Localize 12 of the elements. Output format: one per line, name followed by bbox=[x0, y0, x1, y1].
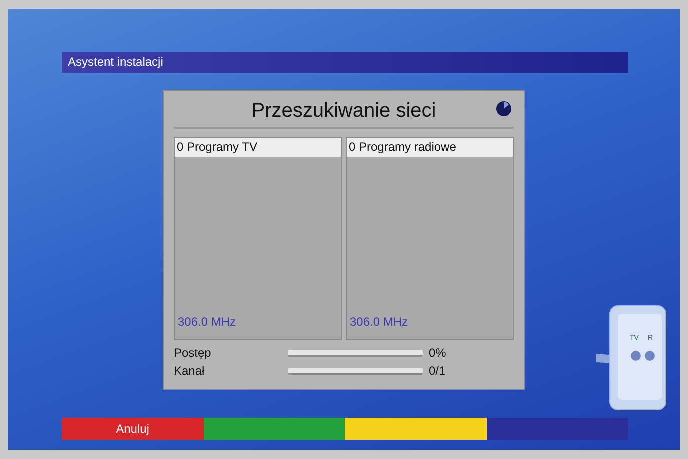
progress-reading: 0% bbox=[429, 345, 446, 362]
busy-indicator-icon bbox=[496, 101, 512, 117]
panel-header: 0 Programy TV bbox=[175, 138, 341, 157]
cancel-key: Anuluj bbox=[62, 418, 204, 440]
progress-label: Postęp bbox=[174, 345, 212, 362]
frequency-text: 306.0 MHz bbox=[177, 314, 238, 331]
frequency-text: 306.0 MHz bbox=[349, 314, 410, 331]
dialog-title: Przeszukiwanie sieci bbox=[252, 100, 436, 122]
header-bar: Asystent instalacji bbox=[62, 52, 628, 73]
progress-label: Kanał bbox=[174, 363, 206, 380]
panel-header: 0 Programy radiowe bbox=[347, 138, 513, 157]
progress-reading: 0/1 bbox=[429, 363, 446, 380]
